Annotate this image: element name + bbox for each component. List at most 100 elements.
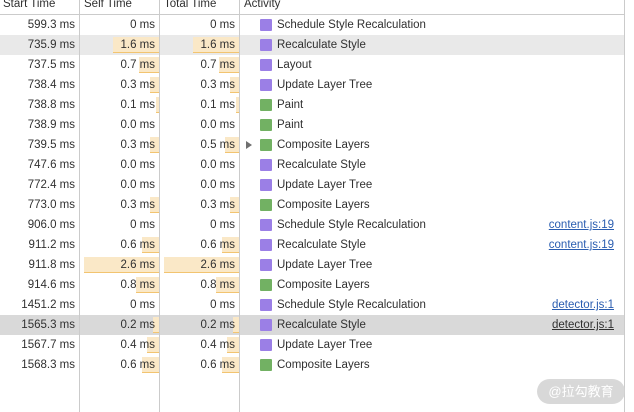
- table-row[interactable]: 1567.7 ms 0.4 ms 0.4 ms Update Layer Tree: [0, 335, 624, 355]
- rendering-icon: [260, 219, 272, 231]
- table-row[interactable]: 1568.3 ms 0.6 ms 0.6 ms Composite Layers: [0, 355, 624, 375]
- total-time-cell: 0.0 ms: [160, 175, 240, 195]
- total-time-cell: 0.5 ms: [160, 135, 240, 155]
- total-time-cell: 0.6 ms: [160, 235, 240, 255]
- table-row[interactable]: 773.0 ms 0.3 ms 0.3 ms Composite Layers: [0, 195, 624, 215]
- table-row[interactable]: 1451.2 ms 0 ms 0 ms Schedule Style Recalcul…: [0, 295, 624, 315]
- activity-cell: Composite Layers: [240, 275, 624, 295]
- rendering-icon: [260, 259, 272, 271]
- table-row[interactable]: 772.4 ms 0.0 ms 0.0 ms Update Layer Tree: [0, 175, 624, 195]
- start-time-value: 1567.7 ms: [21, 339, 75, 351]
- rendering-icon: [260, 79, 272, 91]
- total-time-value: 0.3 ms: [200, 79, 235, 91]
- self-time-value: 0.3 ms: [120, 139, 155, 151]
- start-time-cell: 914.6 ms: [0, 275, 80, 295]
- total-time-cell: 2.6 ms: [160, 255, 240, 275]
- self-time-value: 0.0 ms: [120, 179, 155, 191]
- source-link[interactable]: content.js:19: [549, 215, 614, 235]
- start-time-value: 739.5 ms: [27, 139, 75, 151]
- self-time-value: 0.0 ms: [120, 159, 155, 171]
- start-time-cell: 1567.7 ms: [0, 335, 80, 355]
- table-row[interactable]: 738.8 ms 0.1 ms 0.1 ms Paint: [0, 95, 624, 115]
- table-row[interactable]: 906.0 ms 0 ms 0 ms Schedule Style Recalcula…: [0, 215, 624, 235]
- column-header-label: Total Time: [164, 0, 217, 10]
- table-row[interactable]: 739.5 ms 0.3 ms 0.5 ms Composite Layers: [0, 135, 624, 155]
- table-row[interactable]: 747.6 ms 0.0 ms 0.0 ms Recalculate Style: [0, 155, 624, 175]
- activity-name: Update Layer Tree: [277, 259, 373, 271]
- total-time-value: 0.7 ms: [200, 59, 235, 71]
- grid-right-edge: [624, 0, 625, 412]
- total-time-value: 0.1 ms: [200, 99, 235, 111]
- start-time-cell: 1568.3 ms: [0, 355, 80, 375]
- total-time-value: 0.6 ms: [200, 239, 235, 251]
- self-time-value: 0 ms: [130, 299, 155, 311]
- column-header-total-time[interactable]: Total Time: [160, 0, 240, 14]
- start-time-cell: 738.4 ms: [0, 75, 80, 95]
- column-header-label: Start Time: [3, 0, 56, 10]
- total-time-cell: 0.3 ms: [160, 195, 240, 215]
- activity-name: Recalculate Style: [277, 159, 366, 171]
- self-time-cell: 0.4 ms: [80, 335, 160, 355]
- table-row[interactable]: 914.6 ms 0.8 ms 0.8 ms Composite Layers: [0, 275, 624, 295]
- rendering-icon: [260, 59, 272, 71]
- start-time-cell: 747.6 ms: [0, 155, 80, 175]
- column-header-self-time[interactable]: Self Time: [80, 0, 160, 14]
- self-time-value: 0.8 ms: [120, 279, 155, 291]
- column-header-activity[interactable]: Activity: [240, 0, 624, 14]
- self-time-cell: 0.6 ms: [80, 235, 160, 255]
- self-time-value: 0.1 ms: [120, 99, 155, 111]
- activity-name: Schedule Style Recalculation: [277, 19, 426, 31]
- self-time-cell: 0.0 ms: [80, 175, 160, 195]
- self-time-cell: 2.6 ms: [80, 255, 160, 275]
- self-time-cell: 0.3 ms: [80, 75, 160, 95]
- total-time-cell: 0.3 ms: [160, 75, 240, 95]
- activity-name: Layout: [277, 59, 312, 71]
- activity-cell: Layout: [240, 55, 624, 75]
- start-time-value: 1451.2 ms: [21, 299, 75, 311]
- activity-name: Composite Layers: [277, 199, 370, 211]
- self-time-value: 0.7 ms: [120, 59, 155, 71]
- column-header-label: Self Time: [84, 0, 132, 10]
- table-body: 599.3 ms 0 ms 0 ms Schedule Style Recalcula…: [0, 15, 624, 375]
- painting-icon: [260, 279, 272, 291]
- expand-triangle-icon[interactable]: [246, 141, 252, 149]
- start-time-cell: 906.0 ms: [0, 215, 80, 235]
- start-time-value: 911.2 ms: [28, 239, 75, 251]
- source-link[interactable]: content.js:19: [549, 235, 614, 255]
- activity-name: Paint: [277, 99, 304, 111]
- activity-name: Update Layer Tree: [277, 179, 373, 191]
- table-row[interactable]: 1565.3 ms 0.2 ms 0.2 ms Recalculate Style de…: [0, 315, 624, 335]
- start-time-value: 1565.3 ms: [21, 319, 75, 331]
- start-time-value: 599.3 ms: [27, 19, 75, 31]
- activity-cell: Composite Layers: [240, 135, 624, 155]
- activity-name: Schedule Style Recalculation: [277, 299, 426, 311]
- table-row[interactable]: 599.3 ms 0 ms 0 ms Schedule Style Recalcula…: [0, 15, 624, 35]
- column-divider: [79, 0, 80, 412]
- total-time-value: 0.6 ms: [200, 359, 235, 371]
- table-row[interactable]: 735.9 ms 1.6 ms 1.6 ms Recalculate Style: [0, 35, 624, 55]
- total-time-value: 0.0 ms: [200, 179, 235, 191]
- source-link[interactable]: detector.js:1: [552, 315, 614, 335]
- self-time-cell: 0.0 ms: [80, 115, 160, 135]
- total-time-cell: 0.7 ms: [160, 55, 240, 75]
- self-time-cell: 0.1 ms: [80, 95, 160, 115]
- activity-cell: Schedule Style Recalculation detector.js:…: [240, 295, 624, 315]
- table-row[interactable]: 911.2 ms 0.6 ms 0.6 ms Recalculate Style con…: [0, 235, 624, 255]
- start-time-cell: 735.9 ms: [0, 35, 80, 55]
- rendering-icon: [260, 319, 272, 331]
- column-header-label: Activity: [244, 0, 281, 10]
- table-row[interactable]: 738.4 ms 0.3 ms 0.3 ms Update Layer Tree: [0, 75, 624, 95]
- start-time-cell: 1451.2 ms: [0, 295, 80, 315]
- rendering-icon: [260, 179, 272, 191]
- source-link[interactable]: detector.js:1: [552, 295, 614, 315]
- total-time-cell: 0 ms: [160, 15, 240, 35]
- self-time-value: 0.0 ms: [120, 119, 155, 131]
- table-row[interactable]: 738.9 ms 0.0 ms 0.0 ms Paint: [0, 115, 624, 135]
- table-row[interactable]: 911.8 ms 2.6 ms 2.6 ms Update Layer Tree: [0, 255, 624, 275]
- self-time-cell: 1.6 ms: [80, 35, 160, 55]
- table-row[interactable]: 737.5 ms 0.7 ms 0.7 ms Layout: [0, 55, 624, 75]
- self-time-value: 0 ms: [130, 219, 155, 231]
- activity-cell: Recalculate Style detector.js:1: [240, 315, 624, 335]
- column-header-start-time[interactable]: Start Time: [0, 0, 80, 14]
- self-time-cell: 0.3 ms: [80, 135, 160, 155]
